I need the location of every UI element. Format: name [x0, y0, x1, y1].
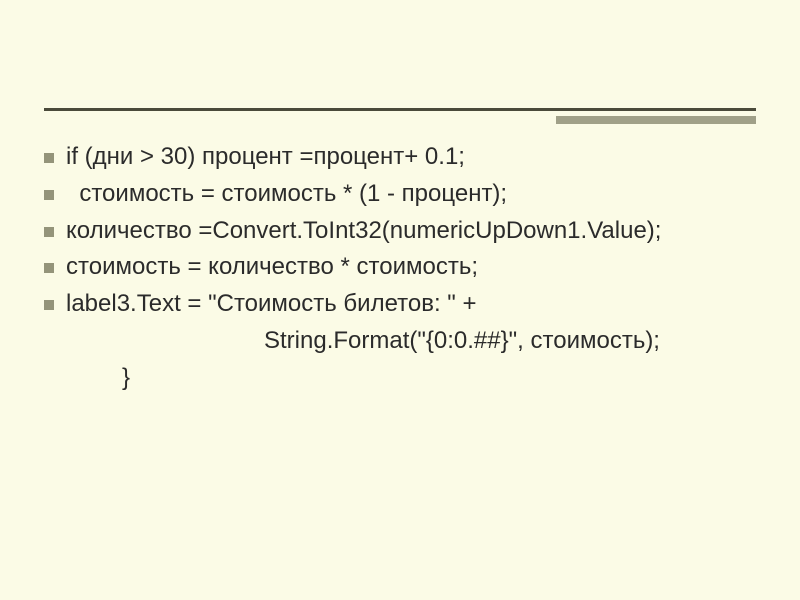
code-text: String.Format("{0:0.##}", стоимость); [66, 324, 770, 359]
bullet-icon [44, 153, 54, 163]
code-text: if (дни > 30) процент =процент+ 0.1; [66, 140, 770, 175]
code-block: if (дни > 30) процент =процент+ 0.1; сто… [44, 140, 770, 398]
code-line: label3.Text = "Стоимость билетов: " + [44, 287, 770, 322]
code-line: количество =Convert.ToInt32(numericUpDow… [44, 214, 770, 249]
bullet-icon [44, 227, 54, 237]
code-line: стоимость = количество * стоимость; [44, 250, 770, 285]
slide: if (дни > 30) процент =процент+ 0.1; сто… [0, 0, 800, 600]
rule-accent [556, 116, 756, 124]
code-text: стоимость = стоимость * (1 - процент); [66, 177, 770, 212]
code-line: стоимость = стоимость * (1 - процент); [44, 177, 770, 212]
code-text: количество =Convert.ToInt32(numericUpDow… [66, 214, 770, 249]
bullet-icon [44, 300, 54, 310]
code-line: if (дни > 30) процент =процент+ 0.1; [44, 140, 770, 175]
bullet-icon [44, 263, 54, 273]
rule-dark [44, 108, 756, 111]
code-line: String.Format("{0:0.##}", стоимость); [44, 324, 770, 359]
code-text: } [66, 361, 770, 396]
code-text: label3.Text = "Стоимость билетов: " + [66, 287, 770, 322]
code-line: } [44, 361, 770, 396]
code-text: стоимость = количество * стоимость; [66, 250, 770, 285]
title-rule [44, 108, 756, 111]
bullet-icon [44, 190, 54, 200]
